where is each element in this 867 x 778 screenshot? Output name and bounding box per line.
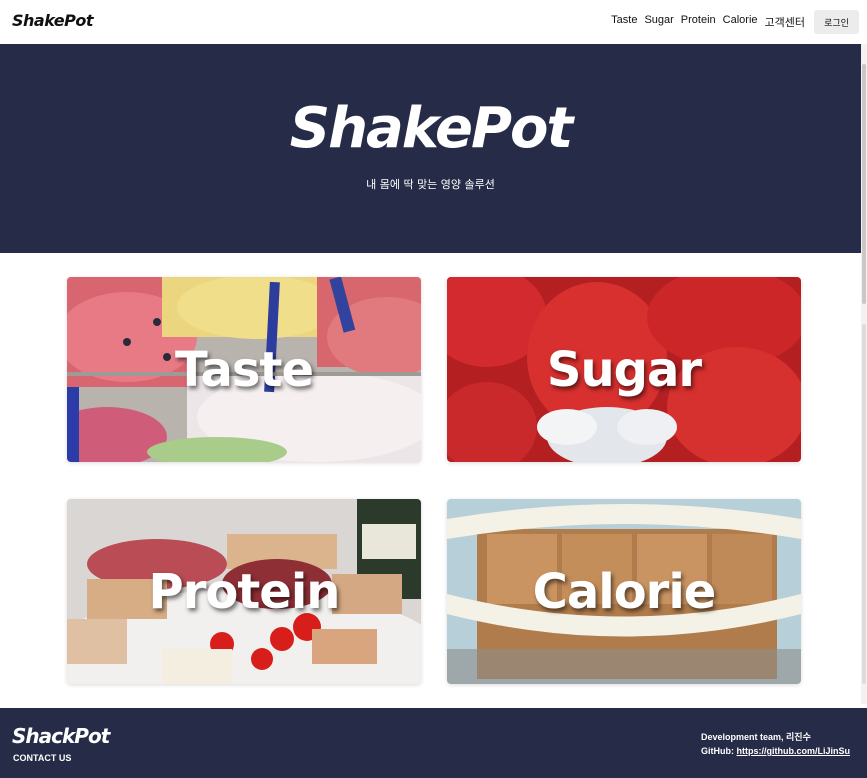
card-protein-label: Protein (148, 563, 341, 620)
card-taste-label: Taste (174, 341, 314, 398)
login-button[interactable]: 로그인 (814, 10, 859, 34)
hero-logo: ShakePot (289, 96, 574, 161)
footer-info: Development team, 리진수 GitHub: https://gi… (701, 730, 850, 758)
github-link[interactable]: https://github.com/LiJinSu (737, 746, 851, 756)
development-team-label: Development team, 리진수 (701, 732, 811, 742)
scrollbar-thumb[interactable] (862, 64, 866, 304)
scrollbar-track-lower (862, 324, 866, 684)
nav-protein[interactable]: Protein (681, 14, 716, 30)
nav-taste[interactable]: Taste (611, 14, 637, 30)
contact-us-link[interactable]: CONTACT US (13, 753, 71, 763)
card-taste[interactable]: Taste (67, 277, 421, 462)
nav-calorie[interactable]: Calorie (723, 14, 758, 30)
github-line: GitHub: https://github.com/LiJinSu (701, 744, 850, 758)
top-navbar: ShakePot Taste Sugar Protein Calorie 고객센… (0, 0, 867, 44)
hero-banner: ShakePot 내 몸에 딱 맞는 영양 솔루션 (0, 44, 861, 253)
main-nav: Taste Sugar Protein Calorie 고객센터 (611, 14, 805, 30)
card-calorie[interactable]: Calorie (447, 499, 801, 684)
footer-logo: ShackPot (12, 724, 110, 748)
card-protein[interactable]: Protein (67, 499, 421, 684)
card-sugar[interactable]: Sugar (447, 277, 801, 462)
page-scrollbar[interactable] (861, 44, 867, 704)
header-logo[interactable]: ShakePot (12, 11, 94, 30)
hero-subtitle: 내 몸에 딱 맞는 영양 솔루션 (366, 178, 495, 191)
github-prefix: GitHub: (701, 746, 737, 756)
card-calorie-label: Calorie (532, 563, 717, 620)
footer: ShackPot CONTACT US Development team, 리진… (0, 708, 867, 778)
nav-sugar[interactable]: Sugar (644, 14, 673, 30)
card-sugar-label: Sugar (546, 341, 702, 398)
nav-customer-center[interactable]: 고객센터 (765, 14, 805, 30)
